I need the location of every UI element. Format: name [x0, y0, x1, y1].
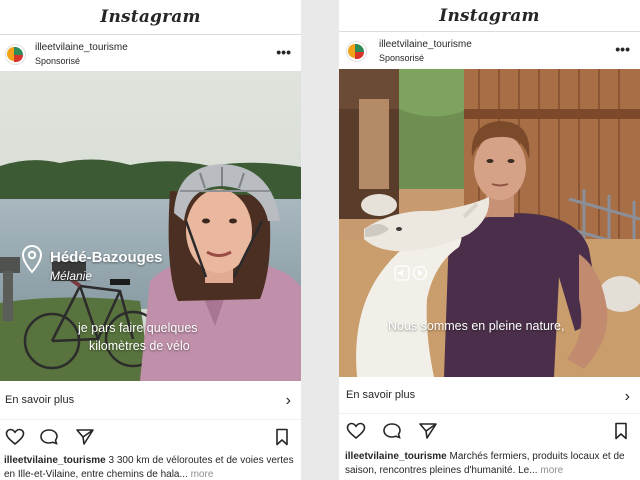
video-subtitle-line-1: je pars faire quelques — [78, 321, 198, 335]
sound-icon[interactable] — [394, 265, 410, 281]
learn-more-label: En savoir plus — [346, 389, 416, 401]
post-caption: illeetvilaine_tourisme 3 300 km de vélor… — [4, 454, 297, 480]
right-post-screen: Instagram illeetvilaine_tourisme Sponsor… — [339, 0, 640, 480]
heart-icon[interactable] — [5, 428, 25, 446]
more-dots-icon[interactable]: ••• — [276, 44, 291, 60]
comment-icon[interactable] — [39, 428, 59, 446]
app-header: Instagram — [0, 0, 301, 35]
chevron-right-icon: › — [285, 392, 291, 409]
username-link[interactable]: illeetvilaine_tourisme — [379, 39, 472, 50]
post-header: illeetvilaine_tourisme Sponsorisé ••• — [0, 35, 301, 71]
caption-more-link[interactable]: more — [191, 469, 214, 480]
share-icon[interactable] — [75, 428, 95, 446]
post-video[interactable]: Hédé-Bazouges Mélanie je pars faire quel… — [0, 71, 301, 381]
location-pin-icon — [21, 244, 43, 274]
instagram-logo: Instagram — [439, 5, 540, 26]
post-actions — [339, 414, 640, 450]
left-post-screen: Instagram illeetvilaine_tourisme Sponsor… — [0, 0, 301, 480]
learn-more-bar[interactable]: En savoir plus › — [339, 377, 640, 414]
avatar[interactable] — [5, 44, 26, 65]
chevron-right-icon: › — [624, 388, 630, 405]
post-video[interactable]: Nous sommes en pleine nature, — [339, 69, 640, 377]
video-subtitle: Nous sommes en pleine nature, — [388, 319, 565, 333]
post-caption: illeetvilaine_tourisme Marchés fermiers,… — [345, 450, 636, 480]
learn-more-label: En savoir plus — [5, 394, 75, 406]
caption-username[interactable]: illeetvilaine_tourisme — [345, 451, 447, 462]
bookmark-icon[interactable] — [614, 422, 628, 440]
heart-icon[interactable] — [346, 422, 366, 440]
replay-icon[interactable] — [412, 265, 428, 281]
avatar[interactable] — [346, 41, 367, 62]
comment-icon[interactable] — [382, 422, 402, 440]
instagram-logo: Instagram — [100, 7, 201, 27]
person-name: Mélanie — [50, 269, 93, 283]
sponsored-label: Sponsorisé — [379, 53, 425, 63]
username-link[interactable]: illeetvilaine_tourisme — [35, 42, 128, 53]
app-header: Instagram — [339, 0, 640, 32]
more-dots-icon[interactable]: ••• — [615, 41, 630, 57]
location-title: Hédé-Bazouges — [50, 249, 163, 266]
sponsored-label: Sponsorisé — [35, 56, 81, 66]
share-icon[interactable] — [418, 422, 438, 440]
caption-username[interactable]: illeetvilaine_tourisme — [4, 455, 106, 466]
video-subtitle-line-2: kilomètres de vélo — [89, 339, 190, 353]
post-actions — [0, 420, 301, 456]
bookmark-icon[interactable] — [275, 428, 289, 446]
learn-more-bar[interactable]: En savoir plus › — [0, 381, 301, 420]
caption-more-link[interactable]: more — [540, 465, 563, 476]
post-header: illeetvilaine_tourisme Sponsorisé ••• — [339, 32, 640, 69]
